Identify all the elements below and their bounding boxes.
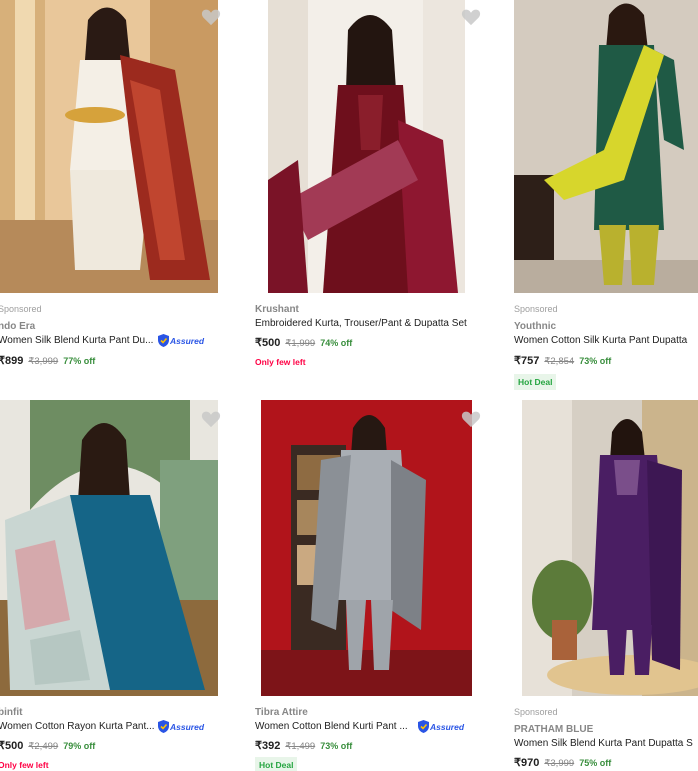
product-image-3[interactable] bbox=[514, 0, 698, 293]
selling-price: ₹757 bbox=[514, 355, 540, 367]
original-price: ₹1,999 bbox=[285, 338, 316, 349]
product-photo-1 bbox=[0, 0, 218, 293]
product-title-3[interactable]: Women Cotton Silk Kurta Pant Dupatta bbox=[514, 335, 698, 346]
selling-price: ₹970 bbox=[514, 757, 540, 769]
discount-percent: 73% off bbox=[320, 741, 353, 751]
original-price: ₹2,854 bbox=[544, 356, 575, 367]
price-row-5: ₹392 ₹1,499 73% off bbox=[255, 739, 352, 752]
wishlist-heart-icon-1[interactable] bbox=[201, 8, 221, 26]
product-title-1[interactable]: Women Silk Blend Kurta Pant Du... bbox=[0, 335, 160, 346]
product-title-6[interactable]: Women Silk Blend Kurta Pant Dupatta S bbox=[514, 738, 698, 749]
product-image-1[interactable] bbox=[0, 0, 218, 293]
price-row-3: ₹757 ₹2,854 73% off bbox=[514, 354, 611, 367]
product-brand-6[interactable]: PRATHAM BLUE bbox=[514, 724, 593, 735]
hot-deal-badge-3: Hot Deal bbox=[514, 374, 557, 390]
wishlist-heart-icon-4[interactable] bbox=[201, 410, 221, 428]
assured-label: Assured bbox=[430, 721, 465, 732]
assured-label: Assured bbox=[170, 335, 205, 346]
product-photo-3 bbox=[514, 0, 698, 293]
product-title-5[interactable]: Women Cotton Blend Kurti Pant ... bbox=[255, 721, 415, 732]
wishlist-heart-icon-5[interactable] bbox=[461, 410, 481, 428]
selling-price: ₹500 bbox=[255, 337, 281, 349]
product-image-2[interactable] bbox=[268, 0, 465, 293]
discount-percent: 79% off bbox=[63, 741, 96, 751]
assured-label: Assured bbox=[170, 721, 205, 732]
product-photo-2 bbox=[268, 0, 465, 293]
discount-percent: 77% off bbox=[63, 356, 96, 366]
product-image-6[interactable] bbox=[522, 400, 698, 696]
product-title-4[interactable]: Women Cotton Rayon Kurta Pant... bbox=[0, 721, 158, 732]
product-photo-5 bbox=[261, 400, 472, 696]
discount-percent: 75% off bbox=[579, 758, 612, 768]
original-price: ₹3,999 bbox=[28, 356, 59, 367]
sponsored-label-6: Sponsored bbox=[514, 707, 558, 717]
original-price: ₹2,499 bbox=[28, 741, 59, 752]
sponsored-label-1: Sponsored bbox=[0, 304, 42, 314]
product-photo-6 bbox=[522, 400, 698, 696]
product-brand-4[interactable]: binfit bbox=[0, 707, 22, 718]
product-image-4[interactable] bbox=[0, 400, 218, 696]
selling-price: ₹500 bbox=[0, 740, 24, 752]
sponsored-label-3: Sponsored bbox=[514, 304, 558, 314]
price-row-2: ₹500 ₹1,999 74% off bbox=[255, 336, 352, 349]
hot-deal-badge-5: Hot Deal bbox=[255, 757, 298, 771]
price-row-6: ₹970 ₹3,999 75% off bbox=[514, 756, 611, 769]
original-price: ₹1,499 bbox=[285, 741, 316, 752]
shield-icon bbox=[418, 720, 429, 733]
shield-icon bbox=[158, 334, 169, 347]
discount-percent: 73% off bbox=[579, 356, 612, 366]
shield-icon bbox=[158, 720, 169, 733]
selling-price: ₹899 bbox=[0, 355, 24, 367]
product-brand-3[interactable]: Youthnic bbox=[514, 321, 556, 332]
assured-badge-5: Assured bbox=[418, 720, 464, 733]
stock-status-label-4: Only few left bbox=[0, 760, 49, 770]
product-image-5[interactable] bbox=[261, 400, 472, 696]
discount-percent: 74% off bbox=[320, 338, 353, 348]
product-brand-2[interactable]: Krushant bbox=[255, 304, 299, 315]
stock-status-label-2: Only few left bbox=[255, 357, 306, 367]
price-row-1: ₹899 ₹3,999 77% off bbox=[0, 354, 95, 367]
price-row-4: ₹500 ₹2,499 79% off bbox=[0, 739, 95, 752]
product-photo-4 bbox=[0, 400, 218, 696]
product-title-2[interactable]: Embroidered Kurta, Trouser/Pant & Dupatt… bbox=[255, 318, 485, 329]
product-brand-1[interactable]: ndo Era bbox=[0, 321, 35, 332]
assured-badge-1: Assured bbox=[158, 334, 204, 347]
wishlist-heart-icon-2[interactable] bbox=[461, 8, 481, 26]
selling-price: ₹392 bbox=[255, 740, 281, 752]
product-brand-5[interactable]: Tibra Attire bbox=[255, 707, 308, 718]
assured-badge-4: Assured bbox=[158, 720, 204, 733]
original-price: ₹3,999 bbox=[544, 758, 575, 769]
